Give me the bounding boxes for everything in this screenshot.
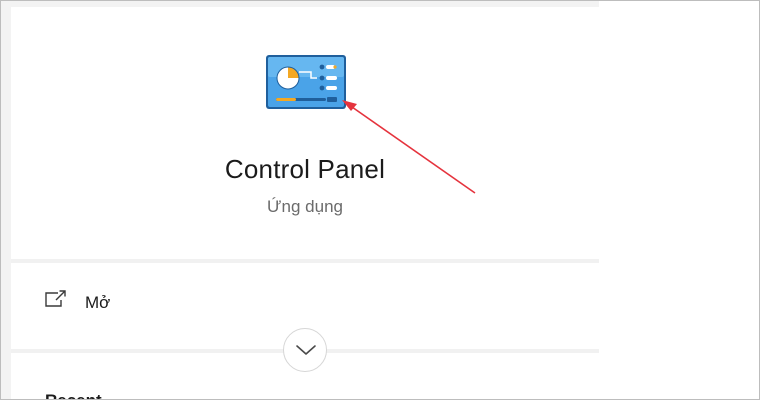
open-external-icon (45, 290, 66, 307)
app-hero: Control Panel Ứng dụng (11, 7, 599, 259)
app-type-label: Ứng dụng (267, 197, 343, 216)
search-result-window: Control Panel Ứng dụng Mở Recent (0, 0, 760, 400)
expand-more-button[interactable] (283, 328, 327, 372)
app-details-panel: Control Panel Ứng dụng Mở Recent (11, 7, 599, 399)
recent-section-header: Recent (45, 391, 102, 399)
app-title: Control Panel (224, 154, 386, 184)
control-panel-icon (266, 55, 346, 109)
open-action[interactable]: Mở (11, 277, 599, 329)
divider (11, 259, 599, 263)
chevron-down-icon (296, 345, 316, 355)
open-label: Mở (85, 293, 111, 312)
left-edge-strip (1, 1, 11, 399)
